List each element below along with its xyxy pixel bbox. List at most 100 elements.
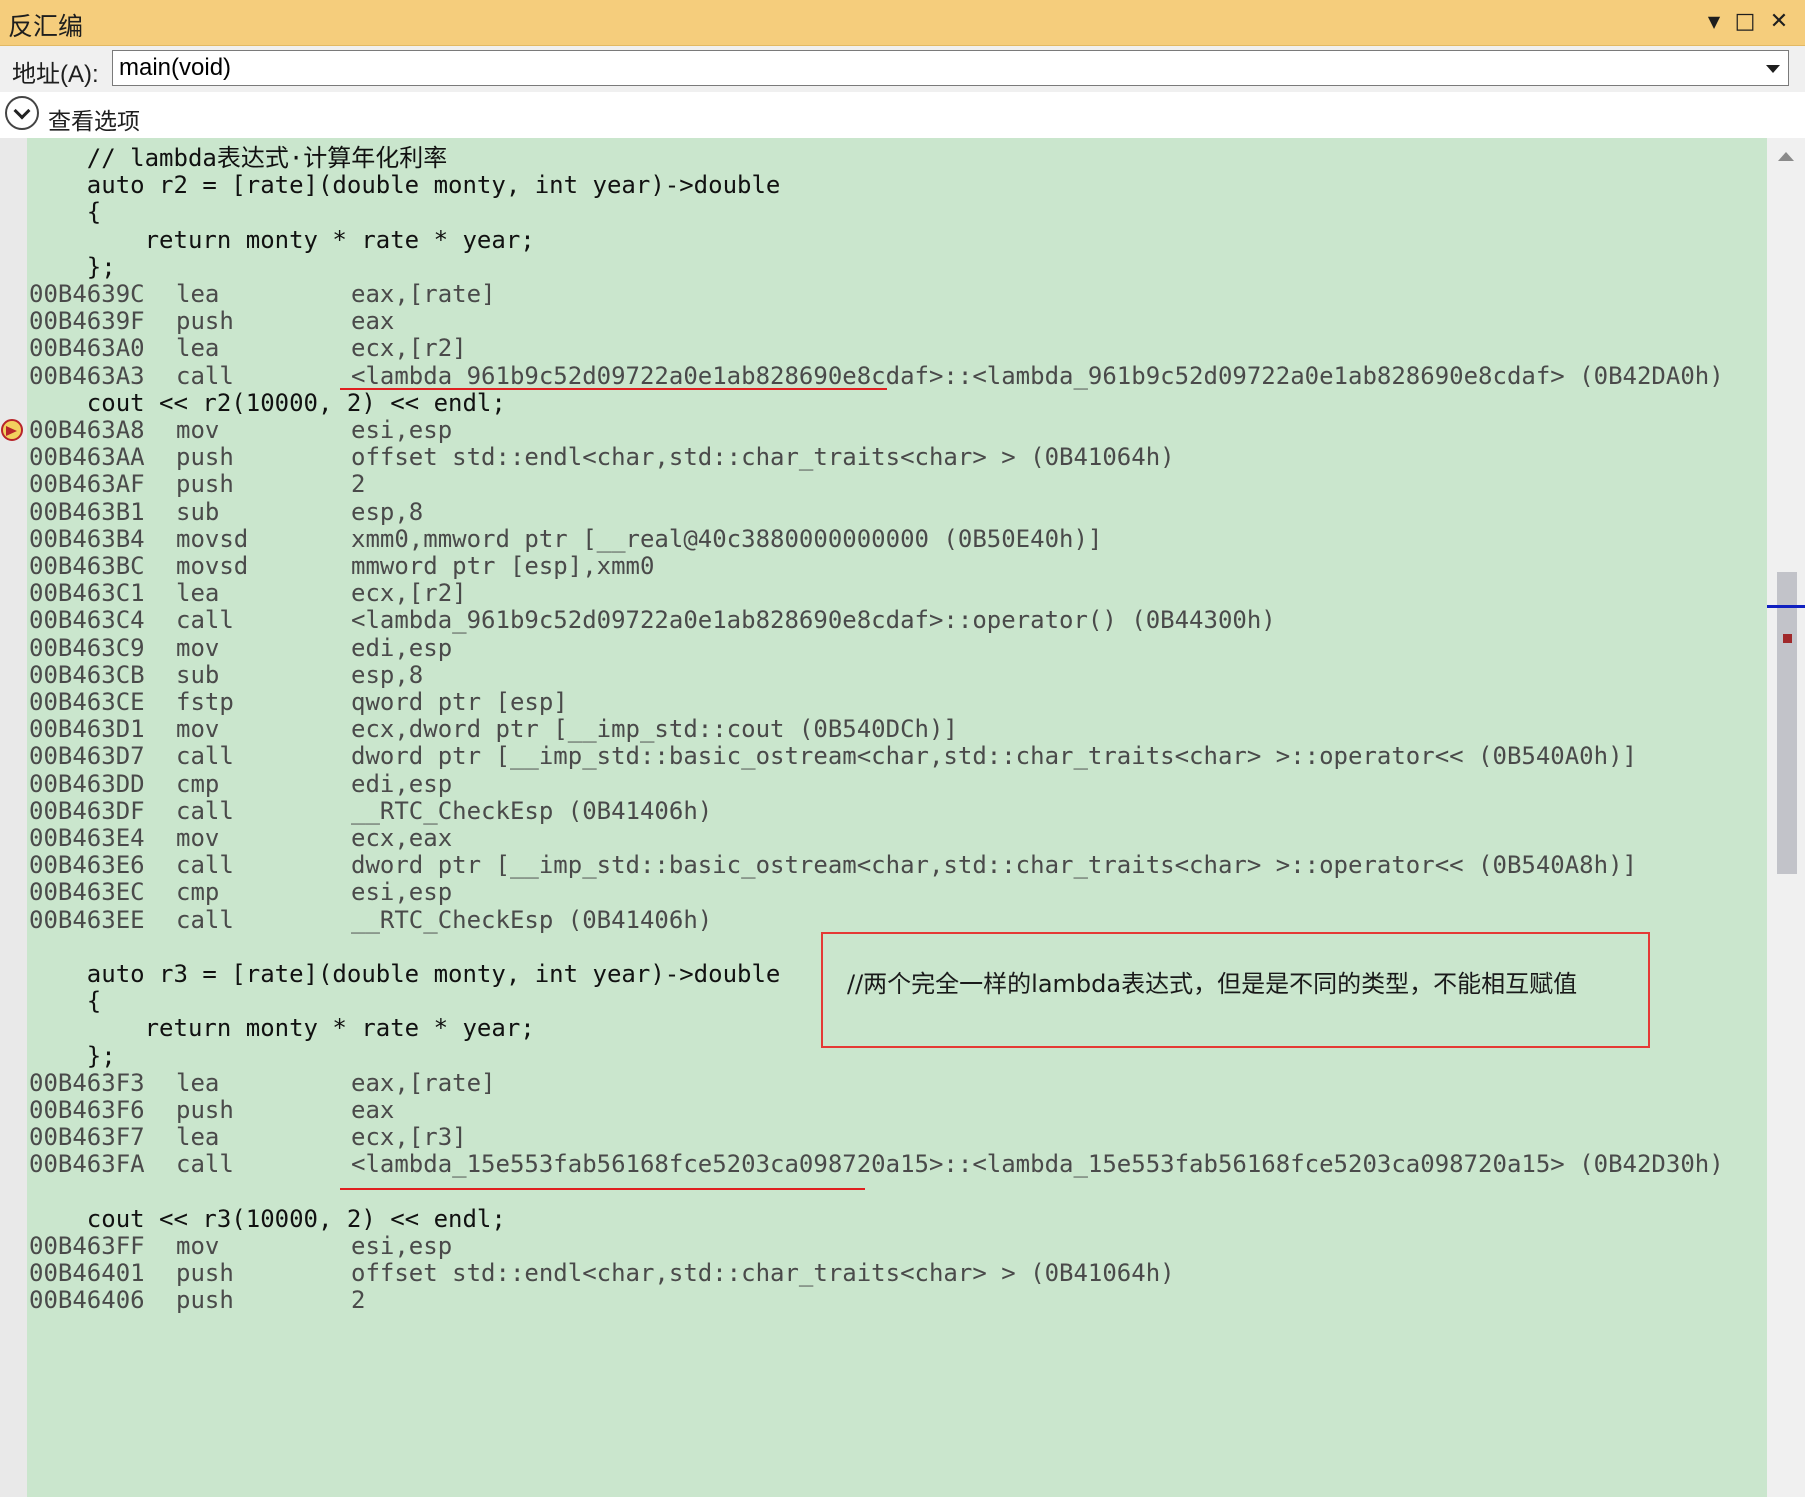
instruction-mnemonic: sub: [176, 497, 220, 526]
title-bar: 反汇编 ▼ □ ✕: [0, 0, 1805, 46]
instruction-operands: eax: [351, 307, 395, 336]
instruction-address: 00B463FF: [29, 1232, 145, 1260]
instruction-mnemonic: push: [176, 470, 234, 499]
instruction-mnemonic: call: [176, 606, 234, 635]
instruction-mnemonic: movsd: [176, 524, 249, 553]
asm-line[interactable]: 00B463C1 lea ecx,[r2]: [29, 578, 1759, 609]
source-line[interactable]: // lambda表达式·计算年化利率: [29, 143, 1759, 174]
source-line[interactable]: {: [29, 197, 1759, 228]
instruction-operands: esi,esp: [351, 1232, 453, 1260]
instruction-address: 00B463D1: [29, 715, 145, 744]
asm-line[interactable]: 00B463EC cmp esi,esp: [29, 877, 1759, 908]
instruction-mnemonic: sub: [176, 660, 220, 689]
instruction-operands: eax,[rate]: [351, 280, 496, 308]
expand-chevron-icon[interactable]: [5, 96, 39, 130]
instruction-operands: <lambda_15e553fab56168fce5203ca098720a15…: [351, 1150, 1724, 1179]
current-instruction-arrow-icon: [1, 419, 23, 441]
instruction-operands: edi,esp: [351, 769, 453, 798]
instruction-address: 00B463A0: [29, 334, 145, 363]
instruction-operands: offset std::endl<char,std::char_traits<c…: [351, 443, 1175, 472]
asm-line[interactable]: 00B463EE call __RTC_CheckEsp (0B41406h): [29, 905, 1759, 936]
instruction-operands: ecx,[r3]: [351, 1123, 467, 1152]
instruction-operands: esi,esp: [351, 416, 453, 444]
asm-line[interactable]: 00B463FF mov esi,esp: [29, 1231, 1759, 1262]
instruction-mnemonic: fstp: [176, 688, 234, 716]
instruction-address: 00B463CB: [29, 660, 145, 689]
asm-line[interactable]: 00B463B4 movsd xmm0,mmword ptr [__real@40c…: [29, 524, 1759, 555]
source-text: return monty * rate * year;: [29, 1014, 535, 1043]
view-options-label[interactable]: 查看选项: [48, 102, 140, 136]
instruction-address: 00B463A8: [29, 416, 145, 444]
instruction-mnemonic: mov: [176, 715, 220, 744]
indicator-margin[interactable]: [0, 138, 27, 1497]
asm-line[interactable]: 00B463BC movsd mmword ptr [esp],xmm0: [29, 551, 1759, 582]
instruction-address: 00B463AA: [29, 443, 145, 472]
asm-line[interactable]: 00B463A0 lea ecx,[r2]: [29, 333, 1759, 364]
chevron-down-icon[interactable]: [1766, 65, 1780, 73]
asm-line[interactable]: 00B463FA call <lambda_15e553fab56168fce520…: [29, 1149, 1759, 1180]
source-text: cout << r2(10000, 2) << endl;: [29, 388, 506, 417]
source-line[interactable]: return monty * rate * year;: [29, 225, 1759, 256]
asm-line[interactable]: 00B463AF push 2: [29, 469, 1759, 500]
asm-line[interactable]: 00B463D1 mov ecx,dword ptr [__imp_std::cou…: [29, 714, 1759, 745]
source-line[interactable]: [29, 1177, 1759, 1208]
instruction-mnemonic: movsd: [176, 552, 249, 580]
asm-line[interactable]: 00B463AA push offset std::endl<char,std::c…: [29, 442, 1759, 473]
maximize-button[interactable]: □: [1731, 6, 1759, 38]
instruction-operands: offset std::endl<char,std::char_traits<c…: [351, 1259, 1175, 1288]
asm-line[interactable]: 00B463F3 lea eax,[rate]: [29, 1068, 1759, 1099]
instruction-address: 00B463C9: [29, 633, 145, 662]
view-options-row[interactable]: 查看选项: [0, 92, 1805, 138]
instruction-operands: esi,esp: [351, 878, 453, 907]
instruction-mnemonic: push: [176, 1259, 234, 1288]
vertical-scrollbar[interactable]: [1767, 138, 1805, 1497]
asm-line[interactable]: 00B463CE fstp qword ptr [esp]: [29, 687, 1759, 718]
source-line[interactable]: cout << r3(10000, 2) << endl;: [29, 1204, 1759, 1235]
asm-line[interactable]: 00B463C9 mov edi,esp: [29, 633, 1759, 664]
asm-line[interactable]: 00B46406 push 2: [29, 1285, 1759, 1316]
instruction-mnemonic: call: [176, 905, 234, 934]
asm-line[interactable]: 00B463E6 call dword ptr [__imp_std::basic_…: [29, 850, 1759, 881]
instruction-mnemonic: call: [176, 851, 234, 880]
instruction-address: 00B463AF: [29, 470, 145, 499]
asm-line[interactable]: 00B463A3 call <lambda_961b9c52d09722a0e1ab…: [29, 361, 1759, 392]
asm-line[interactable]: 00B463DD cmp edi,esp: [29, 769, 1759, 800]
source-line[interactable]: auto r2 = [rate](double monty, int year)…: [29, 170, 1759, 201]
asm-line[interactable]: 00B4639C lea eax,[rate]: [29, 279, 1759, 310]
asm-line[interactable]: 00B463E4 mov ecx,eax: [29, 823, 1759, 854]
instruction-address: 00B46406: [29, 1286, 145, 1315]
asm-line[interactable]: 00B463CB sub esp,8: [29, 660, 1759, 691]
instruction-operands: ecx,eax: [351, 824, 453, 852]
asm-line[interactable]: 00B463C4 call <lambda_961b9c52d09722a0e1ab…: [29, 605, 1759, 636]
instruction-address: 00B463EC: [29, 878, 145, 907]
scrollbar-thumb[interactable]: [1777, 572, 1797, 874]
asm-line[interactable]: 00B46401 push offset std::endl<char,std::c…: [29, 1258, 1759, 1289]
breakpoint-marker: [1783, 634, 1792, 643]
window-dropdown-button[interactable]: ▼: [1700, 6, 1728, 38]
instruction-mnemonic: lea: [176, 334, 220, 363]
source-line[interactable]: cout << r2(10000, 2) << endl;: [29, 388, 1759, 419]
address-value[interactable]: main(void): [119, 54, 231, 82]
instruction-address: 00B4639F: [29, 307, 145, 336]
instruction-operands: ecx,dword ptr [__imp_std::cout (0B540DCh…: [351, 715, 958, 744]
source-line[interactable]: };: [29, 252, 1759, 283]
instruction-operands: eax: [351, 1096, 395, 1124]
instruction-mnemonic: lea: [176, 579, 220, 608]
instruction-address: 00B463B4: [29, 524, 145, 553]
instruction-operands: qword ptr [esp]: [351, 688, 568, 716]
asm-line[interactable]: 00B4639F push eax: [29, 306, 1759, 337]
instruction-mnemonic: cmp: [176, 769, 220, 798]
address-combobox[interactable]: main(void): [112, 50, 1789, 86]
disassembly-code-area[interactable]: 00B46406 push 2 00B46401 push offset std::end…: [27, 138, 1767, 1497]
asm-line[interactable]: 00B463D7 call dword ptr [__imp_std::basic_…: [29, 741, 1759, 772]
instruction-operands: esp,8: [351, 497, 424, 526]
scroll-up-arrow-icon[interactable]: [1778, 152, 1794, 161]
instruction-address: 00B4639C: [29, 280, 145, 308]
asm-line[interactable]: 00B463A8 mov esi,esp: [29, 415, 1759, 446]
close-button[interactable]: ✕: [1765, 6, 1793, 38]
asm-line[interactable]: 00B463DF call __RTC_CheckEsp (0B41406h): [29, 796, 1759, 827]
asm-line[interactable]: 00B463F6 push eax: [29, 1095, 1759, 1126]
asm-line[interactable]: 00B463F7 lea ecx,[r3]: [29, 1122, 1759, 1153]
asm-line[interactable]: 00B463B1 sub esp,8: [29, 497, 1759, 528]
instruction-address: 00B463EE: [29, 905, 145, 934]
